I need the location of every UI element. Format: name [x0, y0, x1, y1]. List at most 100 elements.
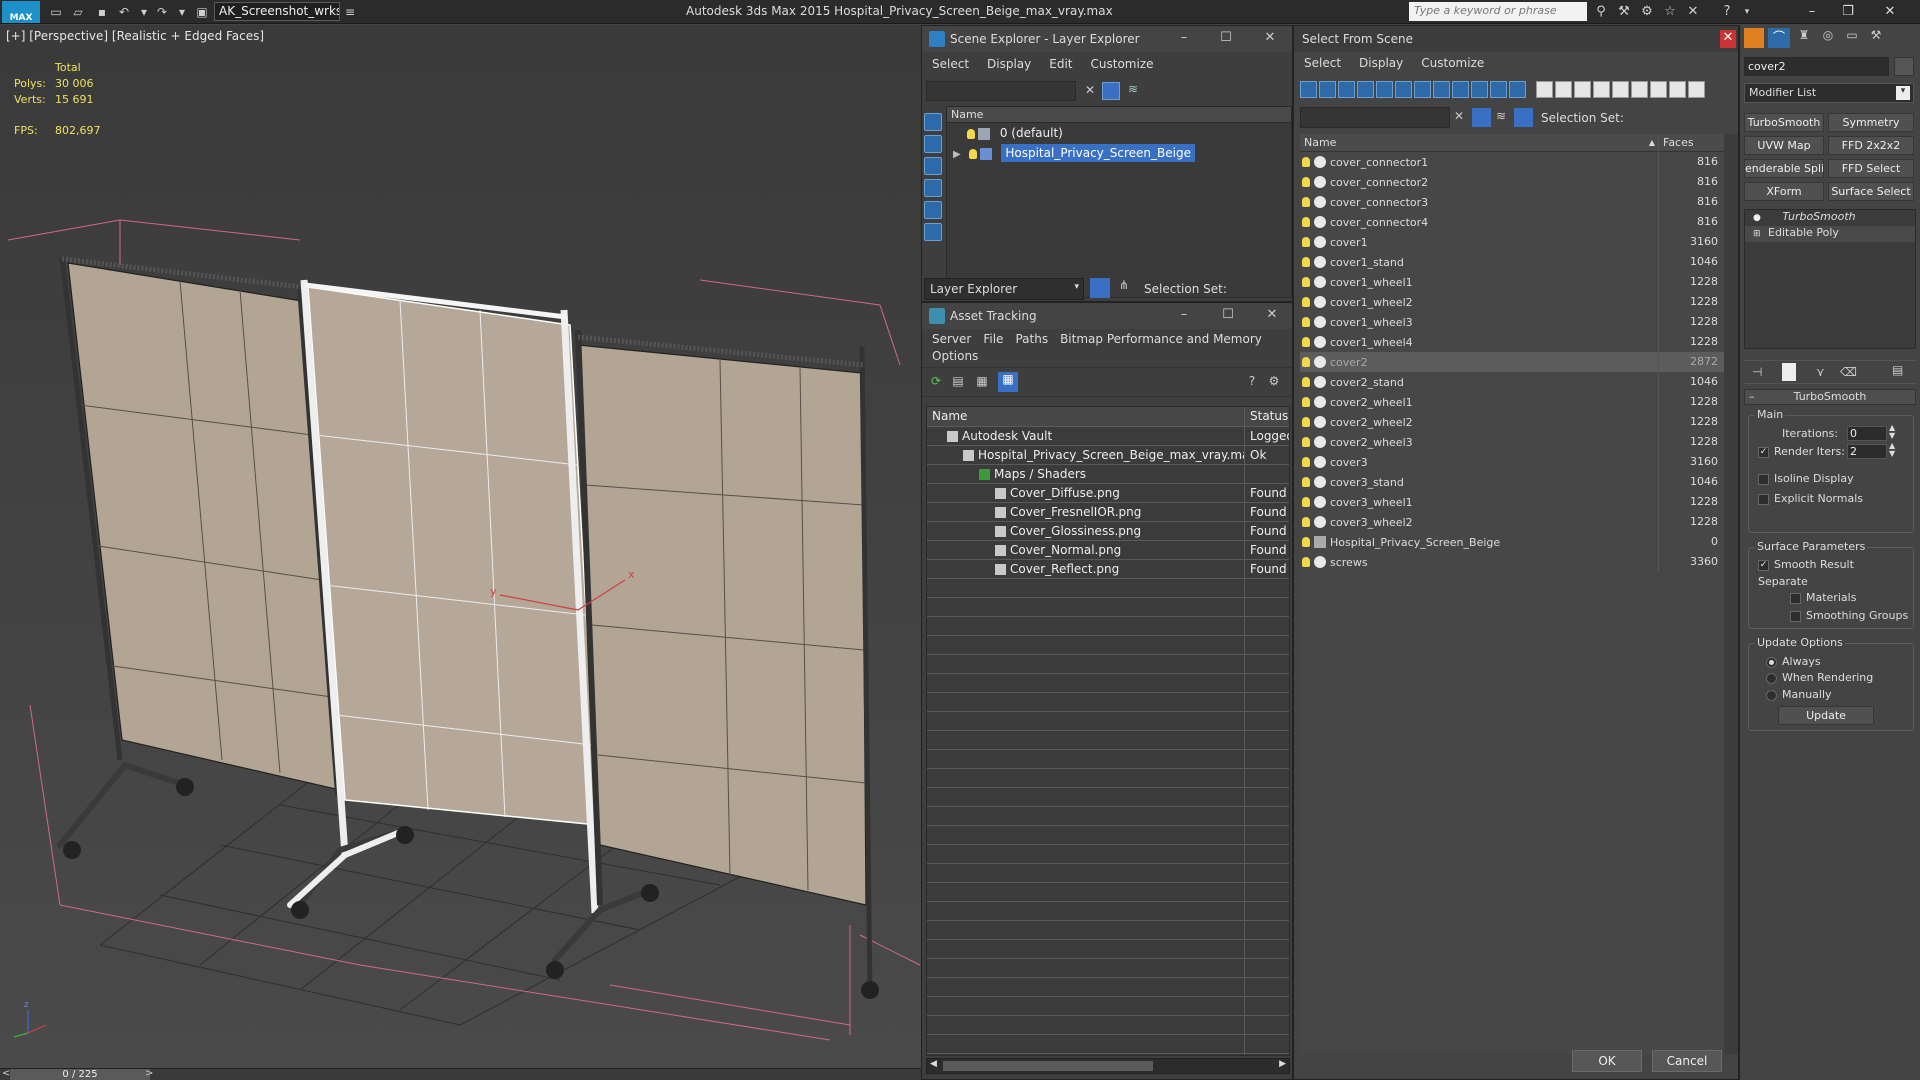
visibility-bulb-icon[interactable]: [1302, 277, 1310, 287]
layer-visible-icon[interactable]: [967, 128, 975, 139]
time-slider-thumb[interactable]: 0 / 225: [10, 1069, 150, 1080]
display-tab-icon[interactable]: ▭: [1842, 28, 1862, 48]
layer-tool-icon[interactable]: ≋: [1496, 109, 1506, 123]
create-tab-icon[interactable]: [1744, 28, 1764, 48]
object-row[interactable]: cover_connector1 816: [1300, 152, 1724, 172]
none-filter-icon[interactable]: [1555, 81, 1572, 98]
object-row[interactable]: cover2_wheel1 1228: [1300, 392, 1724, 412]
spinner-arrows-icon[interactable]: ▲ ▼: [1889, 424, 1895, 440]
asset-tracking-titlebar[interactable]: Asset Tracking – ☐ ✕: [922, 303, 1292, 329]
binoculars-icon[interactable]: ⚲: [1592, 3, 1610, 21]
collapse-all-filter-icon[interactable]: [1688, 81, 1705, 98]
help-icon[interactable]: ?: [1718, 3, 1736, 21]
col-faces-header[interactable]: Faces: [1658, 133, 1724, 152]
object-row[interactable]: cover_connector2 816: [1300, 172, 1724, 192]
surface-select-button[interactable]: Surface Select: [1828, 182, 1914, 201]
xform-button[interactable]: XForm: [1744, 182, 1824, 201]
visibility-bulb-icon[interactable]: [1302, 157, 1310, 167]
ffd-select-button[interactable]: FFD Select: [1828, 159, 1914, 178]
menu-display[interactable]: Display: [987, 57, 1031, 71]
menu-edit[interactable]: Edit: [1049, 57, 1072, 71]
helpers-filter-icon[interactable]: [924, 201, 942, 219]
utilities-tab-icon[interactable]: ⚒: [1866, 28, 1886, 48]
layer-tree-header[interactable]: Name: [947, 107, 1291, 123]
update-button[interactable]: Update: [1778, 706, 1874, 725]
visibility-bulb-icon[interactable]: [1302, 397, 1310, 407]
modifier-list-dropdown[interactable]: Modifier List ▾: [1744, 83, 1914, 103]
helpers-filter-icon[interactable]: [1376, 81, 1393, 98]
object-row[interactable]: cover_connector4 816: [1300, 212, 1724, 232]
save-icon[interactable]: ▪: [94, 4, 110, 20]
groups-filter-icon[interactable]: [1414, 81, 1431, 98]
object-row[interactable]: cover1_wheel1 1228: [1300, 272, 1724, 292]
viewport-label[interactable]: [+] [Perspective] [Realistic + Edged Fac…: [6, 29, 264, 43]
turbosmooth-button[interactable]: TurboSmooth: [1744, 113, 1824, 132]
minimize-icon[interactable]: –: [1172, 307, 1196, 325]
xrefs-filter-icon[interactable]: [1433, 81, 1450, 98]
perspective-viewport[interactable]: x y z [+] [Perspective] [Realistic + Edg…: [0, 25, 921, 1068]
layer-row[interactable]: ▶ Hospital_Privacy_Screen_Beige: [947, 143, 1291, 163]
remove-modifier-icon[interactable]: ⌫: [1840, 365, 1857, 379]
hidden-filter-icon[interactable]: [1509, 81, 1526, 98]
select-children-filter-icon[interactable]: [1631, 81, 1648, 98]
symmetry-button[interactable]: Symmetry: [1828, 113, 1914, 132]
expand-arrow-icon[interactable]: ▶: [953, 149, 961, 160]
configure-sets-icon[interactable]: ▤: [1892, 363, 1903, 377]
object-list[interactable]: Name ▲ Faces cover_connector1 816 cover_co…: [1300, 133, 1724, 1054]
shapes-filter-icon[interactable]: [1319, 81, 1336, 98]
scene-explorer-search-input[interactable]: [926, 81, 1076, 101]
visibility-bulb-icon[interactable]: [1302, 297, 1310, 307]
minimize-icon[interactable]: –: [1800, 3, 1824, 21]
app-logo[interactable]: MAX: [2, 1, 40, 23]
scrollbar-thumb[interactable]: [943, 1061, 1153, 1071]
geometry-filter-icon[interactable]: [924, 113, 942, 131]
col-name-header[interactable]: Name: [927, 407, 1245, 426]
communication-icon[interactable]: ⚙: [1638, 3, 1656, 21]
visibility-bulb-icon[interactable]: [1302, 497, 1310, 507]
visibility-bulb-icon[interactable]: [1302, 177, 1310, 187]
asset-row[interactable]: Cover_Glossiness.png Found: [927, 522, 1289, 541]
sort-list-filter-icon[interactable]: [1669, 81, 1686, 98]
shapes-filter-icon[interactable]: [924, 135, 942, 153]
visibility-bulb-icon[interactable]: [1302, 477, 1310, 487]
display-dependents-filter-icon[interactable]: [1612, 81, 1629, 98]
subscription-icon[interactable]: ⚒: [1615, 3, 1633, 21]
help-icon[interactable]: ?: [1244, 374, 1260, 390]
motion-tab-icon[interactable]: ◎: [1818, 28, 1838, 48]
render-iters-spinner[interactable]: 2: [1847, 444, 1887, 459]
select-search-input[interactable]: [1300, 107, 1450, 128]
menu-select[interactable]: Select: [932, 57, 969, 71]
uvw-map-button[interactable]: UVW Map: [1744, 136, 1824, 155]
help-dropdown-icon[interactable]: ▾: [1738, 3, 1756, 21]
undo-icon[interactable]: ↶: [116, 4, 132, 20]
redo-icon[interactable]: ↷: [154, 4, 170, 20]
visibility-bulb-icon[interactable]: [1302, 537, 1310, 547]
stack-item-editable-poly[interactable]: ⊞ Editable Poly: [1745, 226, 1915, 242]
visibility-bulb-icon[interactable]: [1302, 377, 1310, 387]
restore-icon[interactable]: ❐: [1836, 3, 1860, 21]
filter-icon[interactable]: [1472, 108, 1491, 127]
menu-bitmap-performance[interactable]: Bitmap Performance and Memory: [1060, 332, 1262, 346]
ffd-2x2x2-button[interactable]: FFD 2x2x2: [1828, 136, 1914, 155]
object-row[interactable]: cover1 3160: [1300, 232, 1724, 252]
viewport-render[interactable]: x y z: [0, 25, 921, 1068]
asset-row[interactable]: Hospital_Privacy_Screen_Beige_max_vray.m…: [927, 446, 1289, 465]
make-unique-icon[interactable]: ⋎: [1816, 365, 1825, 379]
explicit-normals-checkbox[interactable]: [1758, 494, 1769, 505]
workspace-dropdown[interactable]: AK_Screenshot_wrksp: [214, 2, 340, 21]
visibility-bulb-icon[interactable]: [1302, 257, 1310, 267]
frozen-filter-icon[interactable]: [1490, 81, 1507, 98]
filter-list-filter-icon[interactable]: [1650, 81, 1667, 98]
object-color-swatch[interactable]: [1894, 57, 1914, 76]
modifier-stack[interactable]: ● TurboSmooth ⊞ Editable Poly: [1744, 209, 1916, 349]
asset-row[interactable]: Cover_Diffuse.png Found: [927, 484, 1289, 503]
all-filter-icon[interactable]: [1536, 81, 1553, 98]
visibility-bulb-icon[interactable]: [1302, 437, 1310, 447]
pin-stack-icon[interactable]: ⊣: [1752, 365, 1762, 379]
asset-grid[interactable]: Name Status Autodesk Vault Logged Hospital…: [926, 406, 1290, 1056]
refresh-icon[interactable]: ⟳: [928, 374, 944, 390]
visibility-bulb-icon[interactable]: [1302, 357, 1310, 367]
layer-explorer-icon[interactable]: [1090, 278, 1110, 298]
object-row[interactable]: cover_connector3 816: [1300, 192, 1724, 212]
layer-tree[interactable]: Name 0 (default) ▶ Hospital_Privacy_Scre…: [946, 106, 1292, 298]
